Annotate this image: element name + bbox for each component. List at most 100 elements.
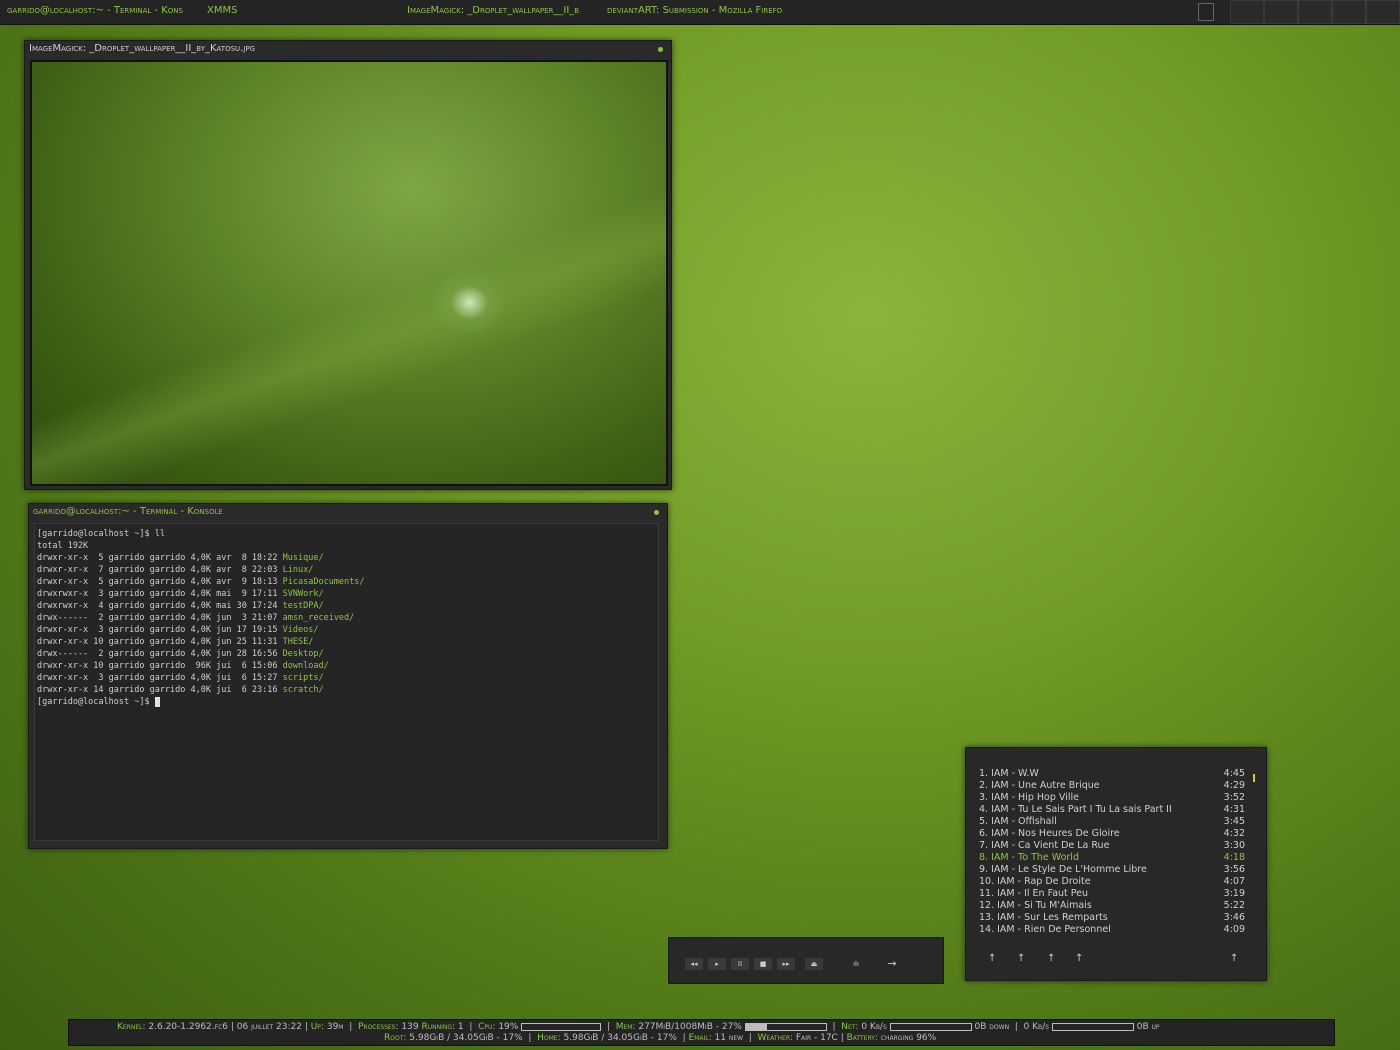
ls-row: drwx------ 2 garrido garrido 4,0K jun 3 … [37,612,658,624]
taskbar-item-firefox[interactable]: deviantART: Submission - Mozilla Firefo [607,5,802,16]
pager-desktop-5[interactable] [1366,0,1400,24]
email-label: Email: [688,1033,712,1043]
ls-row-dir: THESE/ [282,637,314,647]
ls-row: drwxr-xr-x 3 garrido garrido 4,0K jun 17… [37,624,658,636]
xmms-playlist-window[interactable]: ↑ ↑ ↑ ↑ ↑ 1. IAM - W.W 4:45 2. IAM - Une A… [965,747,1267,981]
playlist-track[interactable]: 2. IAM - Une Autre Brique 4:29 [979,780,1251,792]
window-close-dot[interactable] [654,510,659,515]
taskbar-item-xmms[interactable]: XMMS [207,5,247,16]
pager-desktop-2[interactable] [1264,0,1298,24]
track-duration: 4:07 [1223,876,1245,887]
playlist-track[interactable]: 13. IAM - Sur Les Remparts 3:46 [979,912,1251,924]
playlist-misc-button[interactable]: ↑ [1075,953,1083,964]
image-viewer-title[interactable]: ImageMagick: _Droplet_wallpaper__II_by_K… [25,41,671,57]
playlist-track[interactable]: 12. IAM - Si Tu M'Aimais 5:22 [979,900,1251,912]
ls-row-meta: drwxr-xr-x 5 garrido garrido 4,0K avr 8 … [37,553,283,563]
track-title: 2. IAM - Une Autre Brique [979,780,1100,791]
battery-value: charging 96% [880,1033,937,1043]
terminal-output[interactable]: [garrido@localhost ~]$ ll total 192K drw… [34,523,659,841]
kernel-version: 2.6.20-1.2962.fc6 [148,1022,228,1032]
playlist-track[interactable]: 8. IAM - To The World 4:18 [979,852,1251,864]
taskbar-item-imagemagick[interactable]: ImageMagick: _Droplet_wallpaper__II_b [407,5,599,16]
previous-button[interactable]: ◂◂ [685,958,703,970]
pause-button[interactable]: II [731,958,749,970]
ls-row-dir: Linux/ [282,565,314,575]
playlist-track[interactable]: 7. IAM - Ca Vient De La Rue 3:30 [979,840,1251,852]
play-button[interactable]: ▸ [708,958,726,970]
track-duration: 3:45 [1223,816,1245,827]
track-title: 13. IAM - Sur Les Remparts [979,912,1108,923]
ls-row-dir: scratch/ [282,685,324,695]
net-up-graph [1051,1022,1134,1031]
ls-row-dir: download/ [282,661,329,671]
system-status-bar: Kernel: 2.6.20-1.2962.fc6 | 06 juillet 2… [68,1019,1335,1046]
playlist-track[interactable]: 11. IAM - Il En Faut Peu 3:19 [979,888,1251,900]
playlist-select-button[interactable]: ↑ [1047,953,1055,964]
image-viewer-window[interactable]: ImageMagick: _Droplet_wallpaper__II_by_K… [24,40,672,490]
track-title: 7. IAM - Ca Vient De La Rue [979,840,1110,851]
date-time: 06 juillet 23:22 [236,1022,302,1032]
terminal-command-line: [garrido@localhost ~]$ ll [37,529,165,539]
playlist-track[interactable]: 9. IAM - Le Style De L'Homme Libre 3:56 [979,864,1251,876]
ls-row-dir: PicasaDocuments/ [282,577,365,587]
ls-row-dir: Desktop/ [282,649,324,659]
uptime-value: 39m [326,1022,344,1032]
net-down-graph [889,1022,972,1031]
equalizer-button[interactable]: ılı [847,958,865,970]
ls-row-meta: drwxr-xr-x 14 garrido garrido 4,0K jui 6… [37,685,283,695]
terminal-prompt: [garrido@localhost ~]$ [37,697,155,707]
playlist-track[interactable]: 5. IAM - Offishall 3:45 [979,816,1251,828]
ls-row-dir: testDPA/ [282,601,324,611]
system-tray-icon[interactable] [1198,3,1214,21]
eject-button[interactable]: ⏏ [805,958,823,970]
playlist-track[interactable]: 10. IAM - Rap De Droite 4:07 [979,876,1251,888]
net-label: Net: [841,1022,859,1032]
track-duration: 4:18 [1223,852,1245,863]
home-usage: 5.98GiB / 34.05GiB - 17% [563,1033,677,1043]
taskbar-item-terminal[interactable]: garrido@localhost:~ - Terminal - Kons [7,5,203,16]
net-up-rate: 0 Kb/s [1023,1022,1049,1032]
track-duration: 3:52 [1223,792,1245,803]
ls-row-meta: drwxrwxr-x 3 garrido garrido 4,0K mai 9 … [37,589,283,599]
playlist-remove-button[interactable]: ↑ [1017,953,1025,964]
terminal-total-line: total 192K [37,541,89,551]
track-title: 8. IAM - To The World [979,852,1079,863]
mem-label: Mem: [615,1022,636,1032]
terminal-prompt-line[interactable]: [garrido@localhost ~]$ [37,696,658,708]
mem-bar-fill [745,1023,768,1030]
ls-row: drwxr-xr-x 14 garrido garrido 4,0K jui 6… [37,684,658,696]
playlist-track[interactable]: 3. IAM - Hip Hop Ville 3:52 [979,792,1251,804]
ls-row-meta: drwxrwxr-x 4 garrido garrido 4,0K mai 30… [37,601,283,611]
track-title: 11. IAM - Il En Faut Peu [979,888,1089,899]
window-close-dot[interactable] [658,47,663,52]
pager-desktop-3[interactable] [1298,0,1332,24]
shuffle-arrow-button[interactable]: → [883,958,901,970]
track-title: 5. IAM - Offishall [979,816,1057,827]
processes-value: 139 [401,1022,419,1032]
ls-row: drwxr-xr-x 3 garrido garrido 4,0K jui 6 … [37,672,658,684]
track-duration: 3:46 [1223,912,1245,923]
terminal-title[interactable]: garrido@localhost:~ - Terminal - Konsole [29,504,667,520]
track-duration: 4:31 [1223,804,1245,815]
stop-button[interactable]: ■ [754,958,772,970]
ls-row: drwxr-xr-x 10 garrido garrido 4,0K jun 2… [37,636,658,648]
playlist-track[interactable]: 1. IAM - W.W 4:45 [979,768,1251,780]
track-title: 14. IAM - Rien De Personnel [979,924,1111,935]
terminal-window[interactable]: garrido@localhost:~ - Terminal - Konsole… [28,503,668,849]
track-title: 12. IAM - Si Tu M'Aimais [979,900,1092,911]
cpu-value: 19% [498,1022,519,1032]
net-down-rate: 0 Kb/s [861,1022,887,1032]
playlist-track[interactable]: 6. IAM - Nos Heures De Gloire 4:32 [979,828,1251,840]
track-title: 3. IAM - Hip Hop Ville [979,792,1079,803]
playlist-track[interactable]: 14. IAM - Rien De Personnel 4:09 [979,924,1251,936]
terminal-cursor [154,696,160,707]
playlist-track[interactable]: 4. IAM - Tu Le Sais Part I Tu La sais Pa… [979,804,1251,816]
pager-desktop-4[interactable] [1332,0,1366,24]
playlist-add-button[interactable]: ↑ [988,953,996,964]
track-title: 9. IAM - Le Style De L'Homme Libre [979,864,1147,875]
next-button[interactable]: ▸▸ [777,958,795,970]
pager-desktop-1[interactable] [1230,0,1264,24]
playlist-scroll-indicator[interactable] [1253,774,1255,782]
ls-row-dir: amsn_received/ [282,613,355,623]
playlist-list-button[interactable]: ↑ [1230,953,1238,964]
